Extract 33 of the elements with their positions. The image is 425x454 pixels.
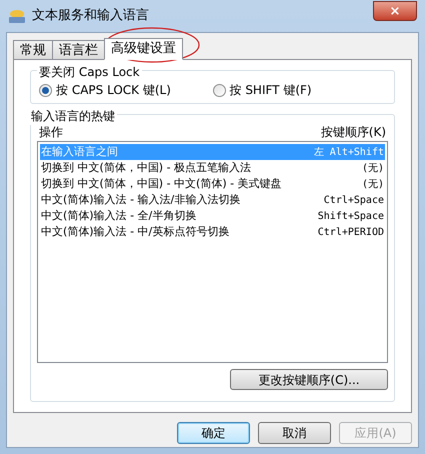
dialog-button[interactable]: 取消 [258, 422, 331, 444]
action-text: 切换到 中文(简体，中国) - 中文(简体) - 美式键盘 [41, 176, 282, 192]
key-sequence: (无) [362, 178, 384, 192]
group-title: 要关闭 Caps Lock [37, 63, 142, 81]
tab[interactable]: 高级键设置 [104, 38, 183, 60]
action-text: 切换到 中文(简体，中国) - 极点五笔输入法 [41, 160, 252, 176]
list-row[interactable]: 中文(简体)输入法 - 全/半角切换 Shift+Space [40, 208, 385, 224]
list-row[interactable]: 切换到 中文(简体，中国) - 极点五笔输入法 (无) [40, 160, 385, 176]
tab[interactable]: 语言栏 [52, 40, 105, 59]
keyboard-icon [8, 8, 26, 24]
key-sequence: Ctrl+Space [324, 194, 384, 208]
key-sequence: (无) [362, 162, 384, 176]
action-text: 中文(简体)输入法 - 中/英标点符号切换 [41, 224, 230, 240]
radio-label: 按 CAPS LOCK 键(L) [56, 82, 171, 99]
column-header: 操作 [39, 124, 63, 141]
group-title: 输入语言的热键 [29, 107, 117, 125]
action-text: 在输入语言之间 [41, 144, 118, 160]
list-row[interactable]: 中文(简体)输入法 - 输入法/非输入法切换 Ctrl+Space [40, 192, 385, 208]
list-row[interactable]: 切换到 中文(简体，中国) - 中文(简体) - 美式键盘 (无) [40, 176, 385, 192]
window-title: 文本服务和输入语言 [32, 7, 149, 26]
list-row[interactable]: 中文(简体)输入法 - 中/英标点符号切换 Ctrl+PERIOD [40, 224, 385, 240]
action-text: 中文(简体)输入法 - 全/半角切换 [41, 208, 196, 224]
change-key-sequence-button[interactable]: 更改按键顺序(C)... [230, 369, 388, 390]
key-sequence: Ctrl+PERIOD [318, 226, 384, 240]
action-text: 中文(简体)输入法 - 输入法/非输入法切换 [41, 192, 240, 208]
key-sequence: Shift+Space [318, 210, 384, 224]
dialog-button[interactable]: 确定 [177, 422, 250, 444]
key-sequence: 左 Alt+Shift [314, 146, 384, 160]
radio-button[interactable] [39, 84, 52, 96]
radio-label: 按 SHIFT 键(F) [230, 82, 312, 99]
column-header: 按键顺序(K) [320, 124, 386, 141]
tab[interactable]: 常规 [13, 40, 53, 59]
radio-button[interactable] [212, 84, 226, 96]
